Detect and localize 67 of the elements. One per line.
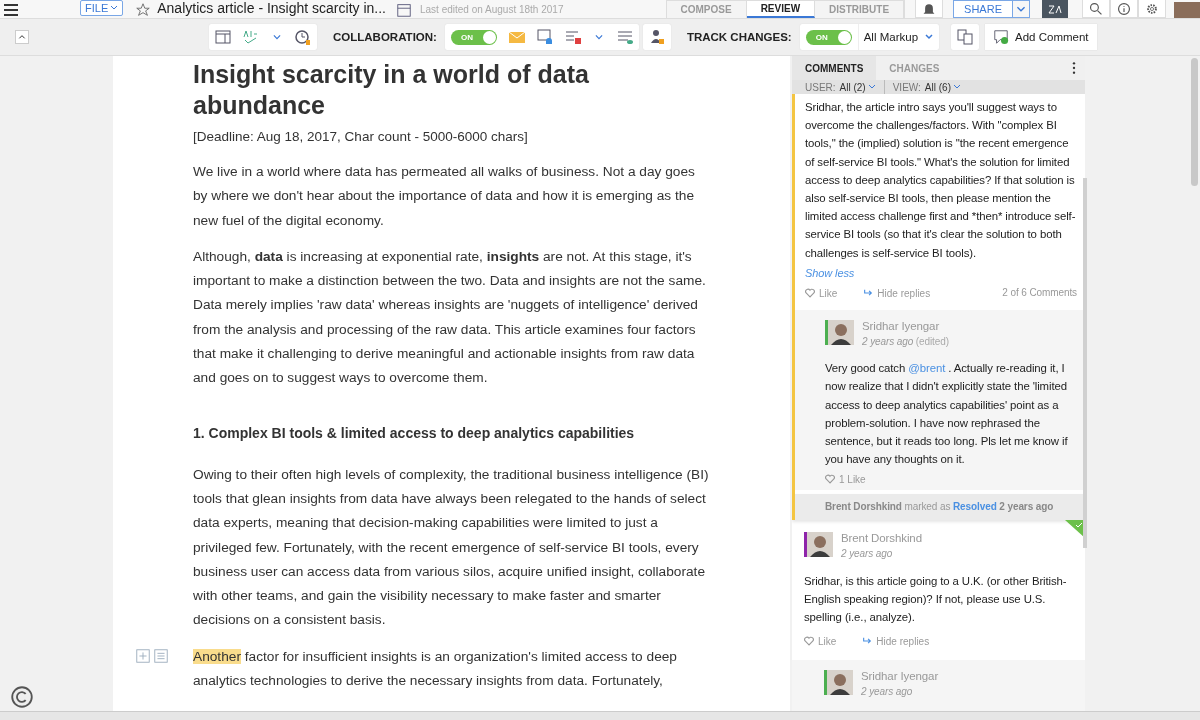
author-name: Brent Dorshkind xyxy=(841,532,922,546)
deadline-text: [Deadline: Aug 18, 2017, Char count - 5000-6000 chars] xyxy=(193,129,529,144)
section-heading: 1. Complex BI tools & limited access to deep analytics capabilities xyxy=(193,424,636,441)
collaboration-toggle[interactable]: ON xyxy=(450,29,497,45)
settings-icon[interactable] xyxy=(1145,1,1159,16)
search-icon[interactable] xyxy=(1089,1,1103,16)
heart-icon xyxy=(805,288,815,299)
app-logo-icon[interactable] xyxy=(1042,0,1068,18)
info-icon[interactable] xyxy=(1117,1,1131,16)
scrollbar[interactable] xyxy=(1191,58,1198,186)
mode-tab[interactable]: DISTRIBUTE xyxy=(815,1,905,18)
panel-scrollbar[interactable] xyxy=(1083,178,1087,548)
resolved-note: Brent Dorshkind marked as Resolved 2 years ago xyxy=(792,494,1085,521)
show-less-link[interactable]: Show less xyxy=(805,263,1077,283)
copyright-icon[interactable] xyxy=(11,686,33,708)
heart-icon xyxy=(804,636,814,647)
markup-dropdown[interactable]: All Markup xyxy=(857,24,940,50)
body-paragraph: Owing to their often high levels of complexity, the traditional business intelligence (BI) tools that glean insights from data have always been relegated to the hands of select data experts, meaning that decision-making capabilities were limited to just a privileged few. Fortunately, with the recent emergence of self-service BI tools, every business user can access data from various silos, acquire unified insight, collaborate with other teams, and gain the visibility necessary to make faster and smarter decisions on a consistent basis. xyxy=(193,465,710,630)
comment-time: 2 years ago (edited) xyxy=(862,335,949,350)
filter-label: USER: xyxy=(805,81,836,93)
mode-tab[interactable]: COMPOSE xyxy=(666,1,747,18)
author-name: Sridhar Iyengar xyxy=(861,670,939,684)
bell-icon xyxy=(922,1,937,16)
body-paragraph: Another factor for insufficient insights is an organization's limited access to deep analytics technologies to derive the necessary insights from data. Fortunately, xyxy=(193,647,678,691)
like-button[interactable]: Like xyxy=(805,287,838,299)
avatar-icon xyxy=(807,532,833,558)
track-changes-label: TRACK CHANGES: xyxy=(686,31,792,43)
reply-text: Very good catch @brent . Actually re-reading it, I now realize that I didn't explicitly state the 'limited access to deep analytics capabilities' point as a problem-solution. I have now rephrased the sentence, but it reads too long. Pls let me know if you have any thoughts on it. xyxy=(825,361,1069,468)
comment-time: 2 years ago xyxy=(841,547,894,562)
reply-arrow-icon xyxy=(862,636,873,647)
share-button[interactable]: SHARE xyxy=(954,1,1013,17)
last-edited-text: Last edited on August 18th 2017 xyxy=(420,4,564,15)
document-title: Analytics article - Insight scarcity in... xyxy=(157,0,386,16)
hide-replies-button[interactable]: Hide replies xyxy=(862,635,930,647)
like-button[interactable]: Like xyxy=(804,635,837,647)
comment-count: 2 of 6 Comments xyxy=(1002,285,1077,300)
like-button[interactable]: 1 Like xyxy=(825,473,866,485)
hide-replies-button[interactable]: Hide replies xyxy=(863,287,931,299)
filter-dropdown[interactable]: All (2) xyxy=(839,81,884,93)
panel-tab[interactable]: CHANGES xyxy=(876,56,953,80)
author-name: Sridhar Iyengar xyxy=(862,320,941,334)
heart-icon xyxy=(825,474,835,485)
avatar-icon xyxy=(828,320,854,346)
file-menu-button[interactable]: FILE xyxy=(80,0,124,16)
caret-icon xyxy=(952,84,961,90)
caret-icon xyxy=(110,5,119,11)
body-paragraph: Although, data is increasing at exponential rate, insights are not. At this stage, it's important to make a distinction between the two. Data and insights are not the same. Data merely implies 'raw data' whereas insights are 'nuggets of intelligence' derived from the analysis and processing of the raw data. This article examines four factors that make it challenging to derive meaningful and actionable insights from raw data and goes on to suggest ways to overcome them. xyxy=(193,247,707,388)
calendar-icon[interactable] xyxy=(396,2,412,18)
body-paragraph: We live in a world where data has permeated all walks of business. Not a day goes by where we don't hear about the importance of data and how it is emerging as the new fuel of the digital economy. xyxy=(193,163,696,230)
reply-arrow-icon xyxy=(863,288,874,299)
caret-icon xyxy=(867,84,876,90)
comment-text: Sridhar, the article intro says you'll suggest ways to overcome the challenges/factors. With "complex BI tools," the (implied) solution is "the recent emergence of self-service BI tools." What's the solution for limited access to deep analytics capabilities? If that solution is also self-service BI tools, then please mention the limited access challenge first and *then* introduce self-service BI tools (so that it's clear the solution to both challenges is self-service BI tools). xyxy=(805,100,1077,261)
comment-text: Sridhar, is this article going to a U.K. (or other British-English speaking region)? If not, please use U.S. spelling (i.e., analyze). xyxy=(804,573,1068,626)
track-changes-toggle[interactable]: ON xyxy=(805,29,852,45)
document-title-heading: Insight scarcity in a world of data abundance xyxy=(193,59,590,121)
mode-tab[interactable]: REVIEW xyxy=(746,1,816,18)
add-comment-button[interactable]: Add Comment xyxy=(985,24,1097,50)
filter-dropdown[interactable]: All (6) xyxy=(924,81,969,93)
collaboration-label: COLLABORATION: xyxy=(333,31,437,43)
notification-button[interactable] xyxy=(915,0,944,18)
panel-tab[interactable]: COMMENTS xyxy=(792,56,877,80)
star-icon[interactable] xyxy=(135,2,152,18)
caret-icon xyxy=(924,33,935,41)
avatar-icon xyxy=(827,670,853,696)
filter-label: VIEW: xyxy=(892,81,921,93)
comment-add-icon xyxy=(993,29,1010,45)
comment-time: 2 years ago xyxy=(861,685,914,700)
